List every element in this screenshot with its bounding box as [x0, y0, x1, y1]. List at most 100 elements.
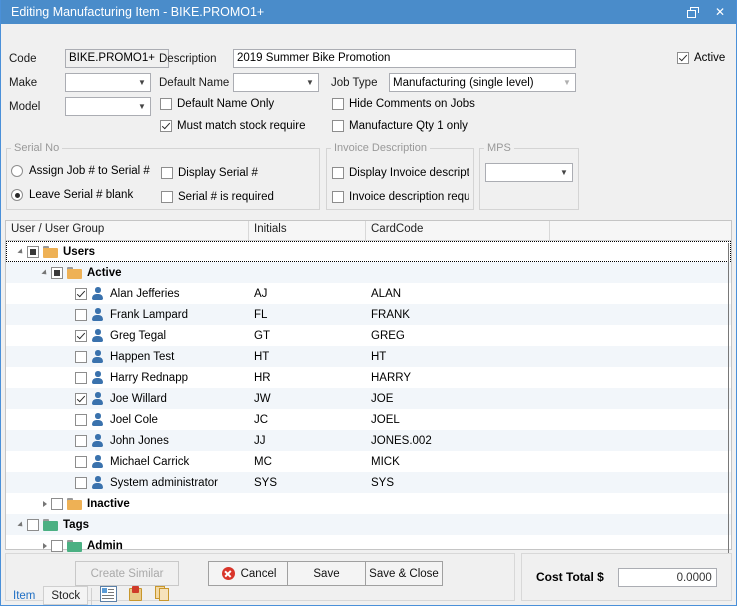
make-dropdown[interactable]: ▼: [65, 73, 151, 92]
cancel-button[interactable]: Cancel: [208, 561, 290, 586]
column-header-initials[interactable]: Initials: [249, 221, 366, 240]
leave-blank-label: Leave Serial # blank: [29, 189, 133, 201]
cell-user-group: Greg Tegal: [6, 325, 249, 346]
table-row[interactable]: John JonesJJJONES.002: [6, 430, 731, 451]
cell-cardcode: GREG: [366, 325, 550, 346]
chevron-down-icon: ▼: [302, 74, 318, 91]
active-checkbox[interactable]: Active: [677, 52, 725, 64]
manufacture-qty-checkbox[interactable]: Manufacture Qty 1 only: [332, 120, 468, 132]
cost-total-panel: Cost Total $ 0.0000: [521, 553, 732, 601]
row-checkbox[interactable]: [75, 414, 87, 426]
display-invoice-checkbox[interactable]: Display Invoice description: [332, 167, 473, 179]
row-checkbox[interactable]: [75, 372, 87, 384]
code-input[interactable]: BIKE.PROMO1+: [65, 49, 169, 68]
folder-icon: [43, 519, 58, 531]
assign-job-radio[interactable]: Assign Job # to Serial #: [11, 165, 150, 177]
chevron-down-icon[interactable]: [14, 241, 27, 262]
invoice-required-checkbox[interactable]: Invoice description required: [332, 191, 473, 203]
chevron-down-icon[interactable]: [14, 514, 27, 535]
row-checkbox[interactable]: [51, 267, 63, 279]
table-row[interactable]: Greg TegalGTGREG: [6, 325, 731, 346]
chevron-down-icon[interactable]: [38, 262, 51, 283]
cell-cardcode: SYS: [366, 472, 550, 493]
paste-button[interactable]: [122, 582, 149, 605]
tab-item[interactable]: Item: [5, 586, 43, 605]
row-checkbox[interactable]: [75, 393, 87, 405]
table-row[interactable]: Happen TestHTHT: [6, 346, 731, 367]
row-checkbox[interactable]: [27, 519, 39, 531]
job-type-dropdown[interactable]: Manufacturing (single level) ▼: [389, 73, 576, 92]
table-row[interactable]: Active: [6, 262, 731, 283]
hide-comments-checkbox[interactable]: Hide Comments on Jobs: [332, 98, 475, 110]
must-match-stock-checkbox[interactable]: Must match stock requirement: [160, 120, 310, 132]
column-header-cardcode[interactable]: CardCode: [366, 221, 550, 240]
cell-filler: [550, 493, 731, 514]
cell-initials: MC: [249, 451, 366, 472]
row-name: Joel Cole: [110, 414, 158, 426]
column-header-user-group[interactable]: User / User Group: [6, 221, 249, 240]
copy-button[interactable]: [149, 582, 176, 605]
item-form: Code BIKE.PROMO1+ Description 2019 Summe…: [1, 24, 736, 220]
table-row[interactable]: Frank LampardFLFRANK: [6, 304, 731, 325]
checkbox-icon: [332, 98, 344, 110]
row-checkbox[interactable]: [75, 330, 87, 342]
tree-leaf-spacer: [62, 472, 75, 493]
checkbox-icon: [160, 120, 172, 132]
tree-leaf-spacer: [62, 409, 75, 430]
users-tree-grid[interactable]: User / User Group Initials CardCode User…: [5, 220, 732, 550]
table-row[interactable]: Joe WillardJWJOE: [6, 388, 731, 409]
mps-group-title: MPS: [484, 142, 514, 154]
description-input[interactable]: 2019 Summer Bike Promotion: [233, 49, 576, 68]
row-checkbox[interactable]: [75, 435, 87, 447]
model-dropdown[interactable]: ▼: [65, 97, 151, 116]
tree-leaf-spacer: [62, 283, 75, 304]
tab-stock[interactable]: Stock: [43, 586, 88, 605]
display-invoice-label: Display Invoice description: [349, 167, 469, 179]
chevron-right-icon[interactable]: [38, 493, 51, 514]
display-serial-checkbox[interactable]: Display Serial #: [161, 167, 258, 179]
row-checkbox[interactable]: [51, 498, 63, 510]
row-checkbox[interactable]: [75, 309, 87, 321]
cell-cardcode: JOEL: [366, 409, 550, 430]
close-icon: ✕: [715, 5, 725, 19]
mps-dropdown[interactable]: ▼: [485, 163, 573, 182]
report-button[interactable]: [95, 582, 122, 605]
checkbox-icon: [677, 52, 689, 64]
row-checkbox[interactable]: [75, 288, 87, 300]
folder-icon: [67, 540, 82, 552]
table-row[interactable]: Tags: [6, 514, 731, 535]
table-row[interactable]: Joel Cole JCJOEL: [6, 409, 731, 430]
leave-serial-blank-radio[interactable]: Leave Serial # blank: [11, 189, 133, 201]
row-checkbox[interactable]: [75, 456, 87, 468]
table-row[interactable]: Inactive: [6, 493, 731, 514]
row-checkbox[interactable]: [27, 246, 39, 258]
table-row[interactable]: Harry RednappHRHARRY: [6, 367, 731, 388]
table-row[interactable]: System administratorSYSSYS: [6, 472, 731, 493]
table-row[interactable]: Users: [6, 241, 731, 262]
cell-initials: HR: [249, 367, 366, 388]
description-label: Description: [159, 53, 217, 65]
default-name-dropdown[interactable]: ▼: [233, 73, 319, 92]
tree-leaf-spacer: [62, 325, 75, 346]
folder-icon: [67, 498, 82, 510]
default-name-only-checkbox[interactable]: Default Name Only: [160, 98, 274, 110]
table-row[interactable]: Alan JefferiesAJALAN: [6, 283, 731, 304]
row-checkbox[interactable]: [51, 540, 63, 552]
serial-required-checkbox[interactable]: Serial # is required: [161, 191, 274, 203]
cell-filler: [550, 367, 731, 388]
default-name-only-label: Default Name Only: [177, 98, 274, 110]
save-and-close-button[interactable]: Save & Close: [365, 561, 443, 586]
cell-initials: JC: [249, 409, 366, 430]
restore-button[interactable]: [678, 1, 706, 23]
table-row[interactable]: Michael CarrickMCMICK: [6, 451, 731, 472]
close-button[interactable]: ✕: [706, 1, 734, 23]
row-checkbox[interactable]: [75, 351, 87, 363]
save-button[interactable]: Save: [287, 561, 366, 586]
cell-user-group: System administrator: [6, 472, 249, 493]
row-checkbox[interactable]: [75, 477, 87, 489]
serial-required-label: Serial # is required: [178, 191, 274, 203]
cost-total-value[interactable]: 0.0000: [618, 568, 717, 587]
cell-filler: [550, 262, 731, 283]
grid-vertical-scrollbar[interactable]: [728, 243, 729, 553]
cell-cardcode: FRANK: [366, 304, 550, 325]
